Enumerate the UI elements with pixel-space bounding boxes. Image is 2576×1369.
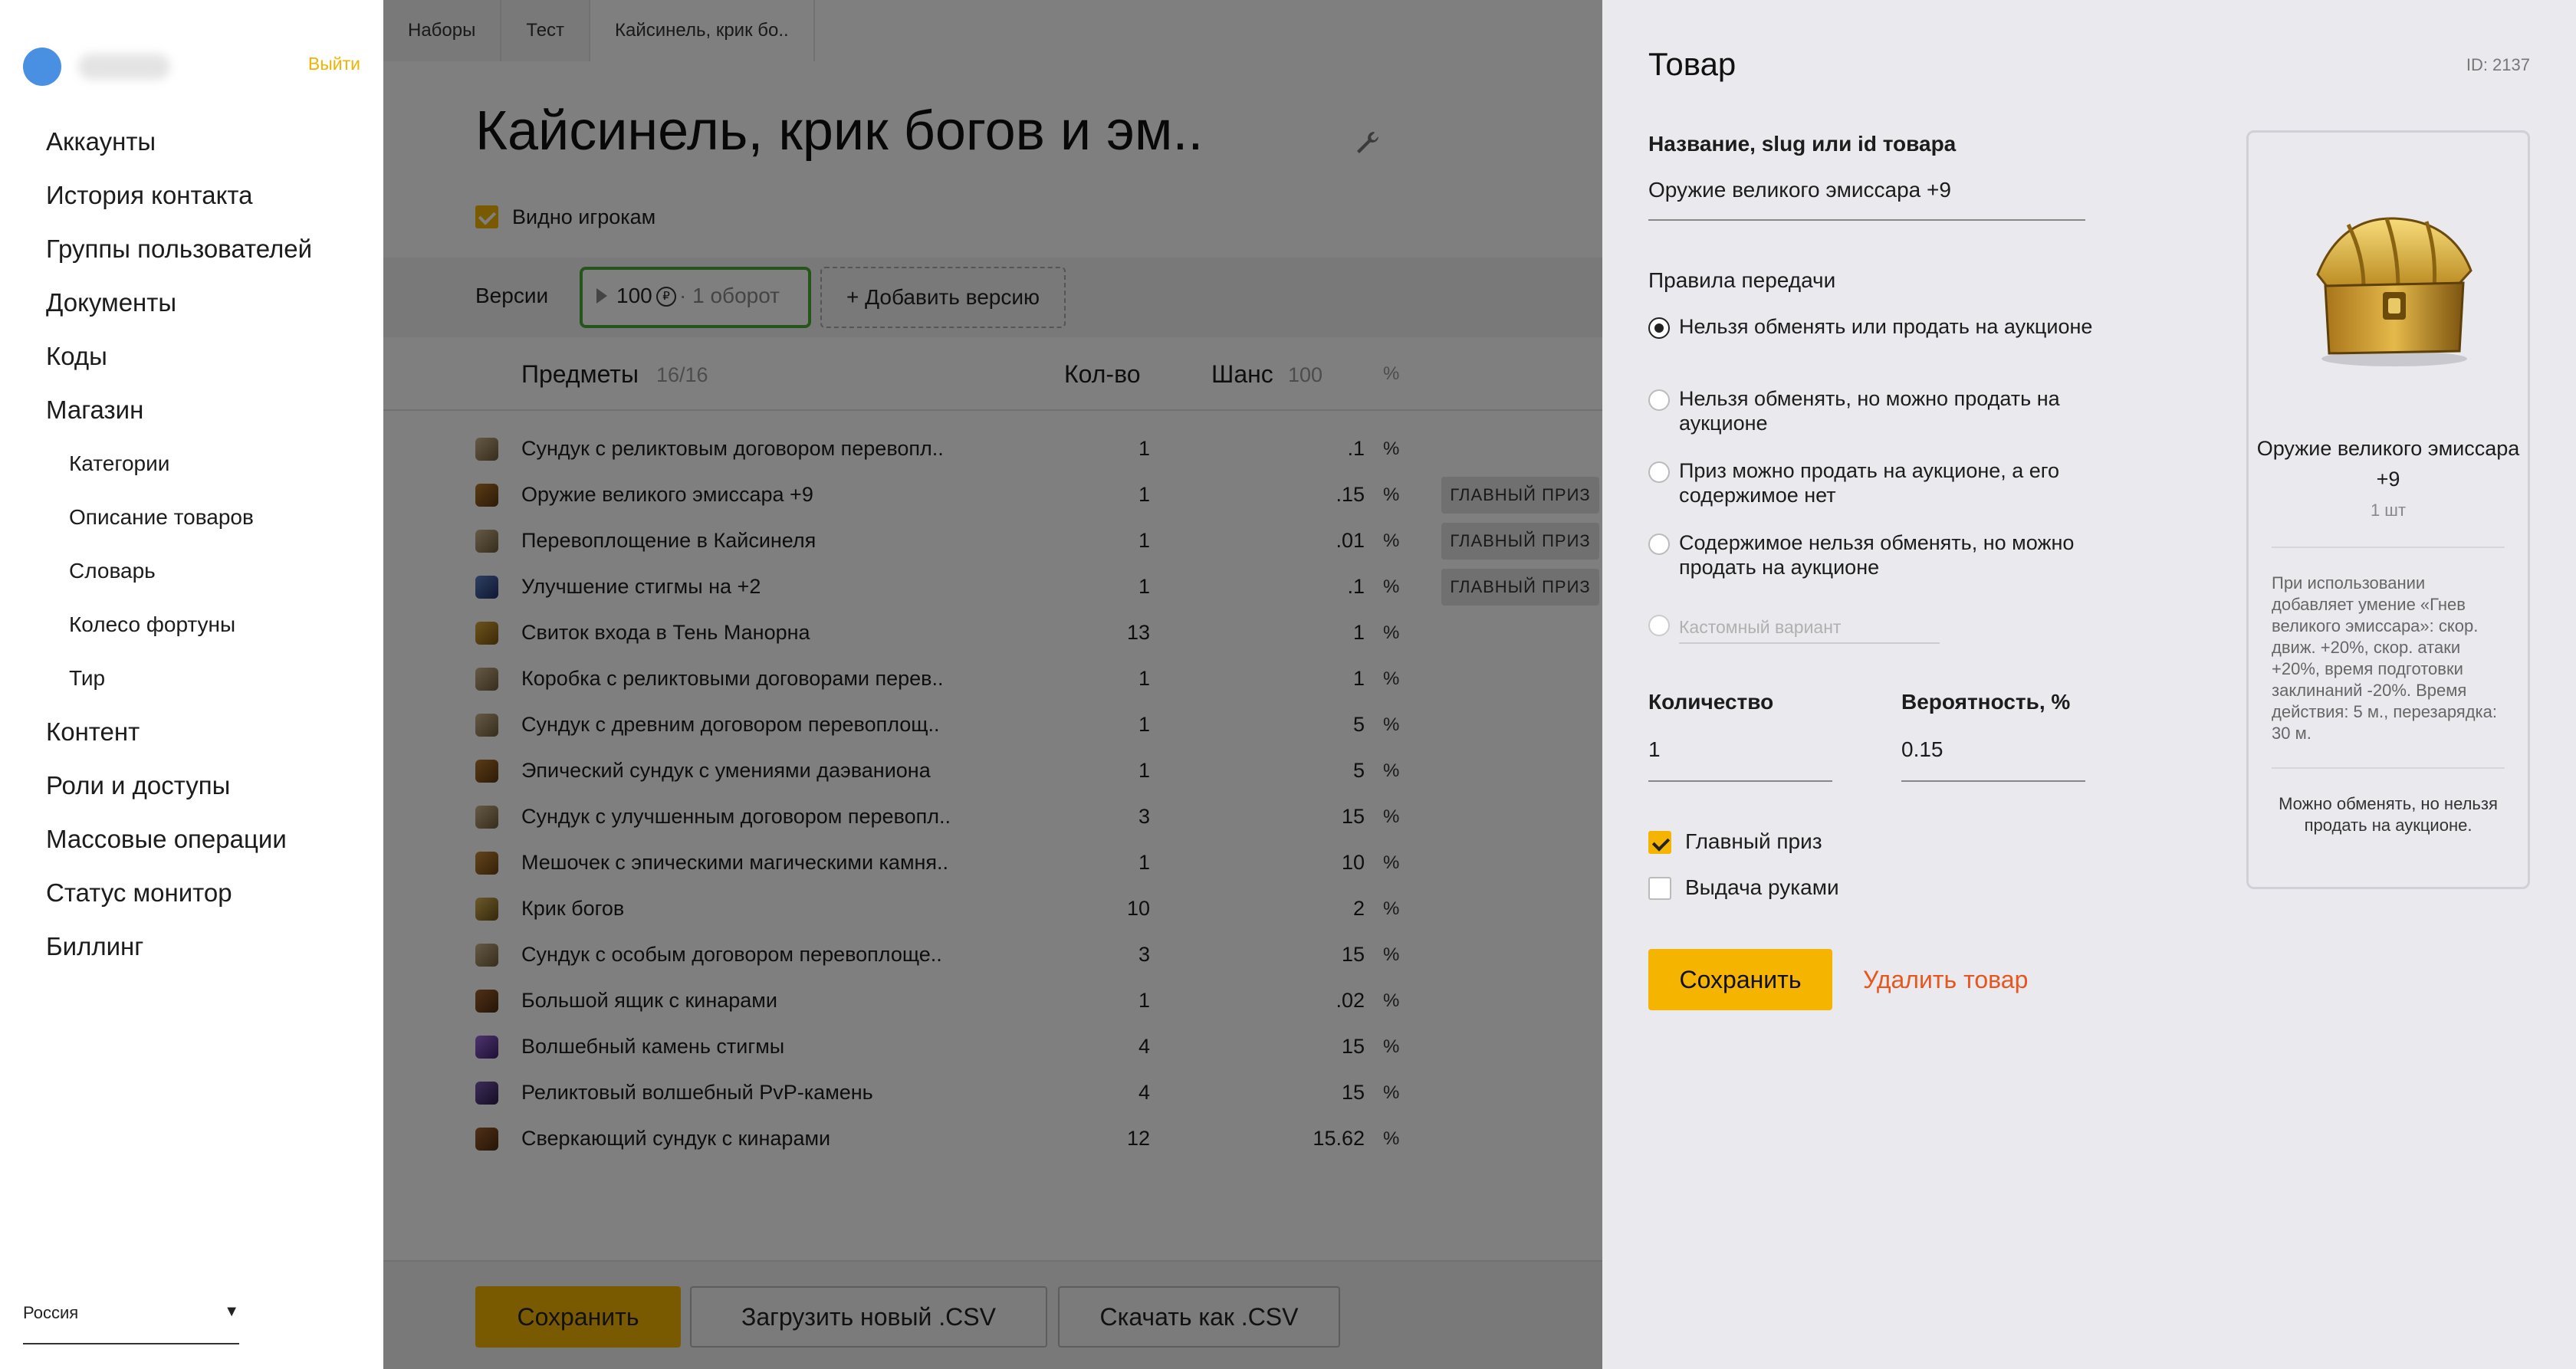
sidebar-item-roles[interactable]: Роли и доступы — [0, 759, 383, 813]
rule-label: Содержимое нельзя обменять, но можно про… — [1679, 531, 2075, 579]
card-item-count: 1 шт — [2370, 501, 2407, 520]
sidebar-item-tier[interactable]: Тир — [0, 652, 383, 705]
item-name-value: Оружие великого эмиссара +9 — [1648, 178, 1951, 202]
card-description: При использовании добавляет умение «Гнев… — [2272, 573, 2498, 743]
delete-item-button[interactable]: Удалить товар — [1863, 966, 2028, 994]
transfer-rules-label: Правила передачи — [1648, 268, 1836, 292]
radio-selected[interactable] — [1648, 317, 1670, 339]
rule-label: Нельзя обменять, но можно продать на аук… — [1679, 387, 2060, 435]
radio[interactable] — [1648, 461, 1670, 483]
custom-rule-underline — [1679, 642, 1940, 644]
item-name-input[interactable]: Оружие великого эмиссара +9 — [1648, 170, 2085, 221]
sidebar-item-content[interactable]: Контент — [0, 705, 383, 759]
sidebar-item-user-groups[interactable]: Группы пользователей — [0, 222, 383, 276]
chevron-down-icon: ▼ — [224, 1303, 239, 1320]
card-trade-note: Можно обменять, но нельзя продать на аук… — [2279, 794, 2498, 835]
avatar[interactable] — [23, 48, 61, 86]
sidebar-item-dictionary[interactable]: Словарь — [0, 544, 383, 598]
sidebar: Выйти Аккаунты История контакта Группы п… — [0, 0, 383, 1369]
quantity-label: Количество — [1648, 690, 1774, 714]
logout-link[interactable]: Выйти — [308, 54, 360, 74]
item-id: ID: 2137 — [2466, 55, 2530, 74]
quantity-value: 1 — [1648, 737, 1661, 761]
sidebar-item-status-monitor[interactable]: Статус монитор — [0, 866, 383, 920]
region-value: Россия — [23, 1303, 79, 1322]
region-select[interactable]: Россия ▼ — [23, 1297, 239, 1344]
rule-label: Нельзя обменять или продать на аукционе — [1679, 315, 2093, 338]
sidebar-item-documents[interactable]: Документы — [0, 276, 383, 330]
panel-title: Товар — [1648, 46, 1737, 82]
save-item-button[interactable]: Сохранить — [1648, 949, 1832, 1010]
sidebar-item-contact-history[interactable]: История контакта — [0, 169, 383, 222]
manual-delivery-checkbox[interactable] — [1648, 877, 1671, 900]
probability-input[interactable]: 0.15 — [1901, 728, 2085, 782]
radio[interactable] — [1648, 615, 1670, 636]
sidebar-item-codes[interactable]: Коды — [0, 330, 383, 383]
item-edit-panel: Товар ID: 2137 Название, slug или id тов… — [1602, 0, 2576, 1369]
card-divider — [2272, 547, 2505, 548]
probability-label: Вероятность, % — [1901, 690, 2071, 714]
custom-rule-input[interactable]: Кастомный вариант — [1679, 615, 2108, 639]
card-divider — [2272, 767, 2505, 769]
sidebar-item-product-descriptions[interactable]: Описание товаров — [0, 491, 383, 544]
sidebar-item-bulk-operations[interactable]: Массовые операции — [0, 813, 383, 866]
sidebar-nav: Аккаунты История контакта Группы пользов… — [0, 115, 383, 973]
radio[interactable] — [1648, 533, 1670, 555]
sidebar-item-categories[interactable]: Категории — [0, 437, 383, 491]
probability-value: 0.15 — [1901, 737, 1944, 761]
quantity-input[interactable]: 1 — [1648, 728, 1832, 782]
modal-backdrop[interactable] — [383, 0, 1602, 1369]
rule-label: Приз можно продать на аукционе, а его со… — [1679, 459, 2060, 507]
sidebar-item-accounts[interactable]: Аккаунты — [0, 115, 383, 169]
main-prize-label: Главный приз — [1685, 829, 1822, 853]
item-preview-card: Оружие великого эмиссара +9 1 шт При исп… — [2246, 130, 2530, 889]
main-prize-checkbox[interactable] — [1648, 831, 1671, 854]
username-blurred — [78, 54, 170, 80]
sidebar-item-fortune-wheel[interactable]: Колесо фортуны — [0, 598, 383, 652]
item-name-label: Название, slug или id товара — [1648, 132, 1957, 156]
card-item-name: Оружие великого эмиссара +9 — [2256, 437, 2520, 491]
radio[interactable] — [1648, 389, 1670, 411]
sidebar-item-shop[interactable]: Магазин — [0, 383, 383, 437]
manual-delivery-label: Выдача руками — [1685, 875, 1839, 899]
golden-chest-icon — [2316, 217, 2472, 366]
sidebar-item-billing[interactable]: Биллинг — [0, 920, 383, 973]
